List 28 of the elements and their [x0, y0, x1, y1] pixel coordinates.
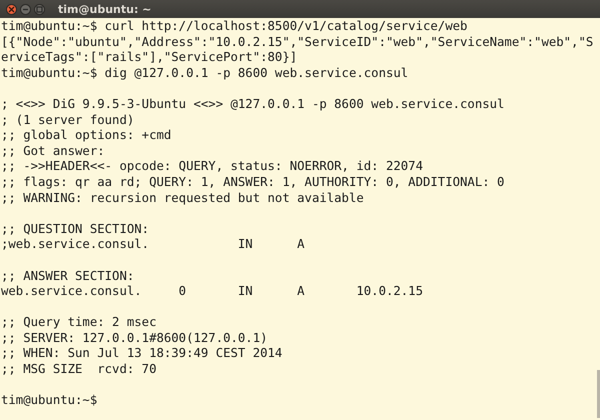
maximize-icon [36, 6, 43, 12]
close-icon [8, 6, 15, 12]
minimize-icon [22, 8, 29, 10]
terminal-line: ;; WHEN: Sun Jul 13 18:39:49 CEST 2014 [1, 346, 282, 362]
terminal-line: ;; Query time: 2 msec [1, 315, 156, 331]
scrollbar[interactable] [597, 370, 600, 418]
terminal-line: erviceTags":["rails"],"ServicePort":80}] [1, 50, 298, 66]
terminal-line: tim@ubuntu:~$ [1, 393, 98, 409]
terminal-line: tim@ubuntu:~$ dig @127.0.0.1 -p 8600 web.service.consul [1, 66, 408, 82]
terminal-line: ; <<>> DiG 9.9.5-3-Ubuntu <<>> @127.0.0.1 -p 8600 web.service.consul [1, 96, 504, 113]
terminal-line: ;; ANSWER SECTION: [1, 268, 134, 284]
terminal-line: ; (1 server found) [1, 112, 134, 128]
terminal-line: ;web.service.consul. IN A [1, 237, 305, 253]
terminal-line: ;; Got answer: [1, 144, 105, 160]
terminal-line: ;; WARNING: recursion requested but not available [1, 190, 364, 206]
terminal-line: ;; SERVER: 127.0.0.1#8600(127.0.0.1) [1, 330, 268, 346]
terminal-line: tim@ubuntu:~$ curl http://localhost:8500/v1/catalog/service/web [1, 19, 468, 35]
terminal-line: ;; QUESTION SECTION: [1, 222, 150, 238]
terminal-line: web.service.consul. 0 IN A 10.0.2.15 [1, 284, 423, 300]
close-button[interactable] [6, 4, 17, 14]
terminal-line: ;; flags: qr aa rd; QUERY: 1, ANSWER: 1, AUTHORITY: 0, ADDITIONAL: 0 [1, 174, 504, 191]
maximize-button[interactable] [34, 4, 45, 14]
terminal-line: ;; global options: +cmd [1, 128, 172, 144]
terminal-line: ;; MSG SIZE rcvd: 70 [1, 362, 156, 378]
terminal-line: [{"Node":"ubuntu","Address":"10.0.2.15","ServiceID":"web","ServiceName":"web","S [1, 34, 594, 50]
terminal-line: ;; ->>HEADER<<- opcode: QUERY, status: NOERROR, id: 22074 [1, 159, 423, 175]
minimize-button[interactable] [20, 4, 31, 14]
window-title: tim@ubuntu: ~ [58, 2, 152, 16]
